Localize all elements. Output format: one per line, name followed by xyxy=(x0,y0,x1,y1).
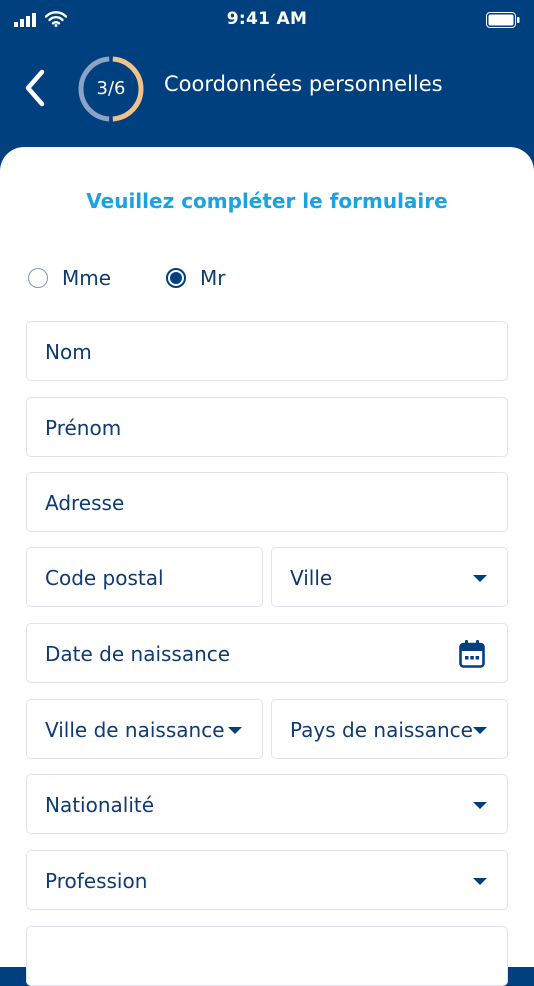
chevron-down-icon xyxy=(473,802,487,809)
radio-mme-circle[interactable] xyxy=(28,268,48,288)
form-sheet: Veuillez compléter le formulaire Mme Mr … xyxy=(0,147,534,986)
step-counter: 3/6 xyxy=(96,78,126,99)
ville-placeholder: Ville xyxy=(290,566,333,590)
radio-mme[interactable]: Mme xyxy=(28,263,111,293)
nom-placeholder: Nom xyxy=(45,340,92,364)
date-naissance-field[interactable]: Date de naissance xyxy=(26,623,508,683)
date-naissance-placeholder: Date de naissance xyxy=(45,642,231,666)
chevron-down-icon xyxy=(473,575,487,582)
ville-naissance-placeholder: Ville de naissance xyxy=(45,718,225,742)
status-bar: 9:41 AM xyxy=(0,0,534,40)
adresse-field[interactable]: Adresse xyxy=(26,472,508,532)
status-time: 9:41 AM xyxy=(226,9,308,29)
profession-select[interactable]: Profession xyxy=(26,850,508,910)
code-postal-field[interactable]: Code postal xyxy=(26,547,263,607)
header: 3/6 Coordonnées personnelles xyxy=(0,40,534,148)
radio-selected-dot xyxy=(170,272,182,284)
calendar-icon[interactable] xyxy=(459,640,485,668)
prenom-placeholder: Prénom xyxy=(45,416,122,440)
radio-mr-circle[interactable] xyxy=(166,268,186,288)
radio-mr[interactable]: Mr xyxy=(166,263,225,293)
ville-naissance-select[interactable]: Ville de naissance xyxy=(26,699,263,759)
profession-placeholder: Profession xyxy=(45,869,148,893)
chevron-down-icon xyxy=(228,727,242,734)
pays-naissance-select[interactable]: Pays de naissance xyxy=(271,699,508,759)
adresse-placeholder: Adresse xyxy=(45,491,125,515)
form-title: Veuillez compléter le formulaire xyxy=(86,189,448,213)
battery-icon xyxy=(486,12,520,28)
nationalite-select[interactable]: Nationalité xyxy=(26,774,508,834)
nationalite-placeholder: Nationalité xyxy=(45,793,155,817)
back-chevron-icon[interactable] xyxy=(20,68,52,108)
chevron-down-icon xyxy=(473,727,487,734)
radio-mme-label: Mme xyxy=(62,266,112,290)
code-postal-placeholder: Code postal xyxy=(45,566,164,590)
nom-field[interactable]: Nom xyxy=(26,321,508,381)
ville-select[interactable]: Ville xyxy=(271,547,508,607)
radio-mr-label: Mr xyxy=(200,266,226,290)
pays-naissance-placeholder: Pays de naissance xyxy=(290,718,473,742)
next-field-partial[interactable] xyxy=(26,926,508,986)
chevron-down-icon xyxy=(473,878,487,885)
page-title: Coordonnées personnelles xyxy=(164,72,443,96)
prenom-field[interactable]: Prénom xyxy=(26,397,508,457)
